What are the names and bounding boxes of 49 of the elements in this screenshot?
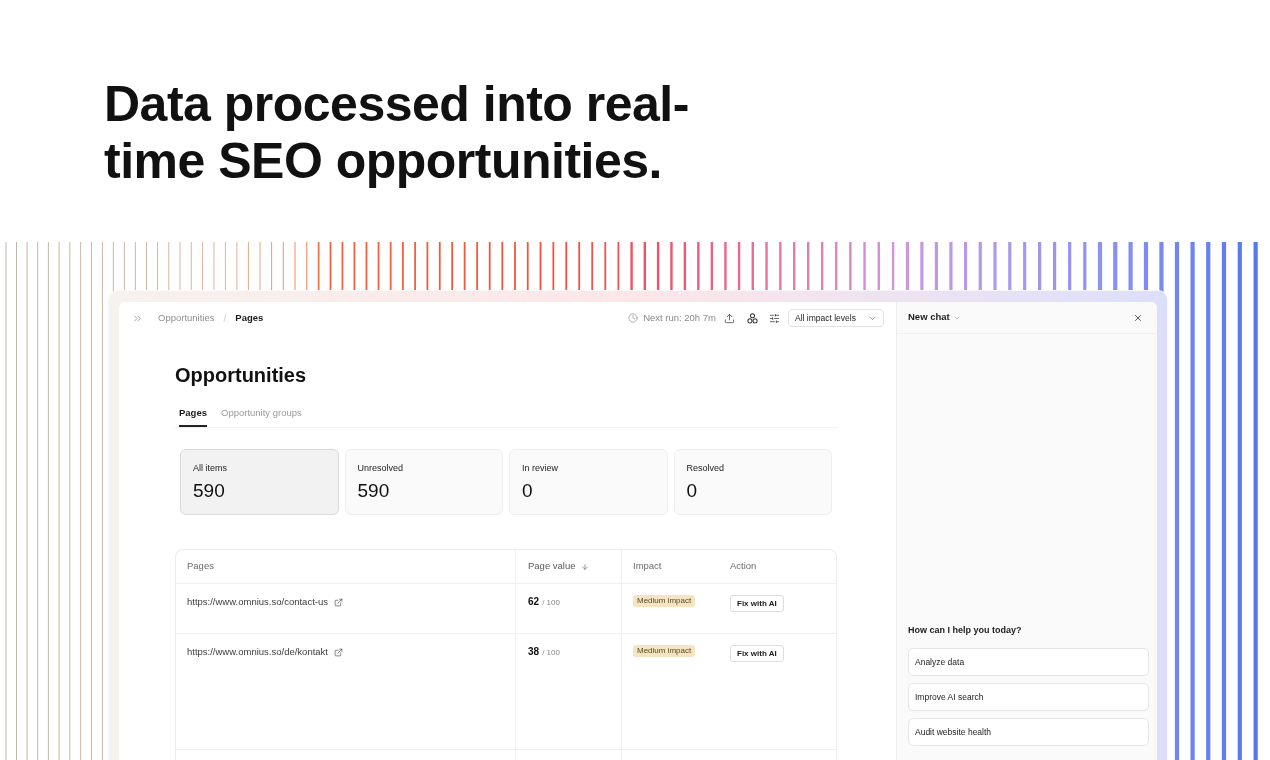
column-header: Impact — [633, 559, 662, 574]
stat-card[interactable]: In review 0 — [509, 449, 668, 515]
stat-value: 590 — [357, 480, 391, 502]
stat-card[interactable]: Resolved 0 — [673, 449, 832, 515]
suggestion-button[interactable]: Improve AI search — [908, 683, 1149, 711]
external-link-icon — [334, 597, 343, 607]
page-score: 62 — [528, 596, 540, 608]
tab[interactable]: Pages — [179, 403, 207, 427]
page-score-max: / 100 — [542, 647, 560, 659]
page-title: Opportunities — [175, 363, 308, 387]
page-score-max: / 100 — [542, 597, 560, 609]
chat-prompt: How can I help you today? — [908, 624, 1023, 636]
stat-value: 590 — [193, 480, 226, 502]
stat-value: 0 — [686, 480, 699, 502]
suggestion-button[interactable]: Audit website health — [908, 718, 1149, 746]
chat-title: New chat — [908, 310, 950, 325]
dropdown-value: All impact levels — [795, 311, 856, 325]
clock-icon — [628, 313, 639, 323]
close-icon[interactable] — [1133, 312, 1143, 323]
external-link-icon — [334, 647, 343, 657]
stat-card[interactable]: All items 590 — [180, 449, 339, 515]
stat-label: Resolved — [686, 462, 726, 474]
headline: Data processed into real-time SEO opportunities. — [104, 76, 690, 190]
impact-filter-dropdown[interactable]: All impact levels — [788, 309, 884, 327]
next-run-text: Next run: 20h 7m — [643, 310, 716, 325]
suggestion-button[interactable]: Analyze data — [908, 648, 1149, 676]
page-url-link[interactable]: https://www.omnius.so/contact-us — [187, 596, 343, 608]
sliders-icon[interactable] — [769, 312, 780, 324]
stat-value: 0 — [522, 480, 534, 502]
stat-label: In review — [522, 462, 559, 474]
column-header: Pages — [187, 559, 214, 574]
column-header: Action — [730, 559, 757, 574]
impact-badge: Medium impact — [633, 645, 696, 657]
circles-cluster-icon[interactable] — [747, 312, 758, 324]
breadcrumb-separator: / — [223, 311, 227, 326]
breadcrumb-link[interactable]: Pages — [235, 310, 264, 326]
fix-with-ai-button[interactable]: Fix with AI — [730, 645, 784, 662]
page-url-link[interactable]: https://www.omnius.so/de/kontakt — [187, 646, 343, 658]
upload-icon[interactable] — [724, 312, 735, 324]
page-score: 38 — [528, 646, 540, 658]
new-chat-dropdown[interactable]: New chat — [908, 310, 961, 325]
impact-badge: Medium impact — [633, 595, 696, 607]
stat-card[interactable]: Unresolved 590 — [344, 449, 503, 515]
stat-label: All items — [193, 462, 228, 474]
column-header[interactable]: Page value — [528, 559, 576, 574]
breadcrumb-link[interactable]: Opportunities — [158, 310, 215, 326]
sort-arrow-down-icon — [580, 562, 589, 571]
stat-label: Unresolved — [357, 462, 405, 474]
fix-with-ai-button[interactable]: Fix with AI — [730, 595, 784, 612]
